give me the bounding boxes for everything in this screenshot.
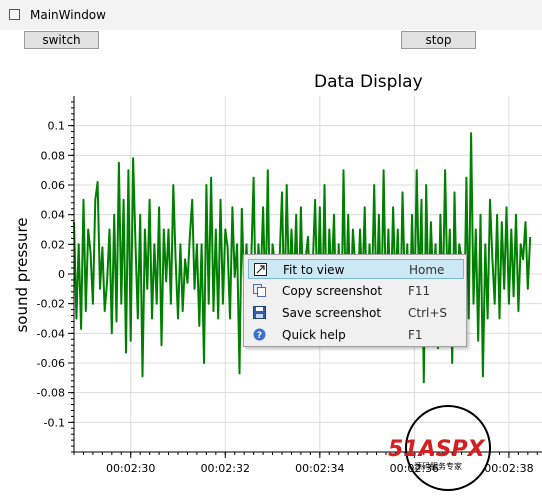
chart-plot-area[interactable]: 0.1 0.08 0.06 0.04 0.02 0 -0.02 -0.04 -0.06 -0.08… xyxy=(0,0,542,499)
fit-to-view-icon xyxy=(254,263,267,276)
y-tick-label: -0.04 xyxy=(37,327,65,340)
y-tick-label: 0 xyxy=(58,268,65,281)
y-tick-label: 0.1 xyxy=(48,120,66,133)
menu-item-shortcut: F11 xyxy=(408,284,431,298)
menu-item-fit-to-view[interactable]: Fit to view Home xyxy=(248,259,464,279)
help-icon: ? xyxy=(253,328,266,341)
menu-item-label: Copy screenshot xyxy=(282,284,383,298)
watermark-text: 51ASPX xyxy=(388,437,486,462)
menu-item-copy-screenshot[interactable]: Copy screenshot F11 xyxy=(248,281,464,301)
y-tick-label: -0.06 xyxy=(37,357,65,370)
context-menu: Fit to view Home Copy screenshot F11 Sav… xyxy=(243,254,467,347)
menu-item-quick-help[interactable]: ? Quick help F1 xyxy=(248,325,464,345)
menu-item-shortcut: Ctrl+S xyxy=(408,306,448,320)
x-tick-label: 00:02:34 xyxy=(295,462,344,475)
save-screenshot-icon xyxy=(253,306,266,319)
y-tick-label: 0.04 xyxy=(41,209,66,222)
menu-item-shortcut: F1 xyxy=(408,328,423,342)
menu-item-label: Quick help xyxy=(282,328,346,342)
svg-text:?: ? xyxy=(257,331,262,341)
x-tick-label: 00:02:38 xyxy=(484,462,533,475)
y-tick-label: 0.02 xyxy=(41,238,66,251)
menu-item-save-screenshot[interactable]: Save screenshot Ctrl+S xyxy=(248,303,464,323)
y-tick-label: -0.02 xyxy=(37,298,65,311)
y-tick-label: -0.08 xyxy=(37,387,65,400)
copy-screenshot-icon xyxy=(253,284,266,297)
x-tick-label: 00:02:30 xyxy=(106,462,155,475)
menu-item-label: Fit to view xyxy=(283,263,345,277)
watermark-subtext: 源码服务专家 xyxy=(414,461,462,471)
y-tick-label: -0.1 xyxy=(44,416,65,429)
menu-item-label: Save screenshot xyxy=(282,306,382,320)
y-tick-label: 0.08 xyxy=(41,149,66,162)
x-tick-label: 00:02:32 xyxy=(201,462,250,475)
menu-item-shortcut: Home xyxy=(409,263,445,277)
y-tick-label: 0.06 xyxy=(41,179,66,192)
